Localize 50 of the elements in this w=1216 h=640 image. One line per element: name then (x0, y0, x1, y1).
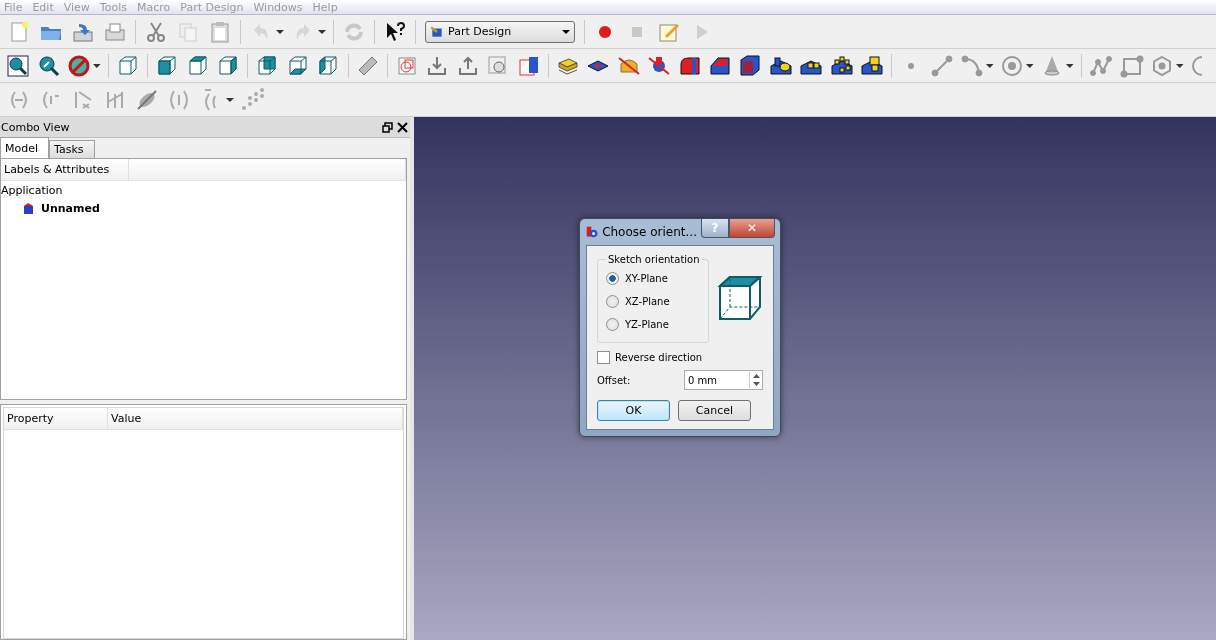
caret-icon[interactable] (1176, 62, 1184, 69)
caret-icon[interactable] (1066, 62, 1074, 69)
up-arrow-icon[interactable] (752, 374, 760, 378)
caret-icon[interactable] (276, 28, 284, 35)
dialog-button[interactable]: OK (597, 400, 670, 421)
workbench-dropdown[interactable]: Part Design (425, 20, 575, 43)
caret-icon[interactable] (318, 28, 326, 35)
draft-icon[interactable] (738, 53, 763, 78)
polyline-icon[interactable] (1089, 53, 1114, 78)
no-draw-icon[interactable] (67, 53, 91, 78)
caret-icon[interactable] (562, 28, 570, 35)
polar-pattern-icon[interactable] (829, 53, 854, 78)
multi-transform-icon[interactable] (860, 53, 885, 78)
clipboard-icon[interactable] (208, 19, 232, 44)
offset-field[interactable]: 0 mm (684, 370, 763, 390)
down-arrow-icon[interactable] (752, 382, 760, 386)
radio-button[interactable] (606, 272, 619, 285)
workbench-icon (430, 24, 444, 39)
caret-icon[interactable] (1026, 62, 1034, 69)
close-icon[interactable] (397, 121, 408, 133)
document-icon (23, 202, 35, 214)
caret-icon[interactable] (226, 96, 234, 103)
radio-label: YZ-Plane (625, 319, 669, 330)
column-header[interactable]: Value (108, 408, 403, 429)
tree-item[interactable]: Unnamed (41, 201, 100, 215)
tree-item[interactable]: Application (1, 183, 63, 197)
caret-icon[interactable] (93, 62, 101, 69)
group-title: Sketch orientation (607, 254, 701, 265)
column-header[interactable]: Property (4, 408, 108, 429)
zoom-select-icon[interactable] (36, 53, 61, 78)
radio-button[interactable] (606, 318, 619, 331)
constraint-tan-icon[interactable] (135, 87, 159, 112)
app-icon (586, 224, 599, 240)
radio-label: XZ-Plane (625, 296, 670, 307)
dock-title: Combo View (1, 120, 70, 134)
caret-icon[interactable] (986, 62, 994, 69)
3d-viewport[interactable]: Choose orient... ? ✕ Sketch orientation XY-Plane XZ-Plane YZ-Plane Reverse direction Offset: 0 mm OK Cancel (414, 117, 1216, 640)
dialog-title: Choose orient... (602, 225, 697, 239)
radio-button[interactable] (606, 295, 619, 308)
checkbox[interactable] (597, 351, 610, 364)
radio-label: XY-Plane (625, 273, 668, 284)
dialog-button[interactable]: Cancel (678, 400, 751, 421)
tab[interactable]: Tasks (49, 140, 95, 158)
line-icon[interactable] (929, 53, 954, 78)
checkbox-label: Reverse direction (615, 352, 703, 363)
offset-label: Offset: (597, 374, 631, 386)
zoom-fit-icon[interactable] (6, 53, 31, 78)
float-icon[interactable] (382, 121, 393, 133)
rectangle-icon[interactable] (1119, 53, 1144, 78)
tab[interactable]: Model (0, 137, 50, 158)
